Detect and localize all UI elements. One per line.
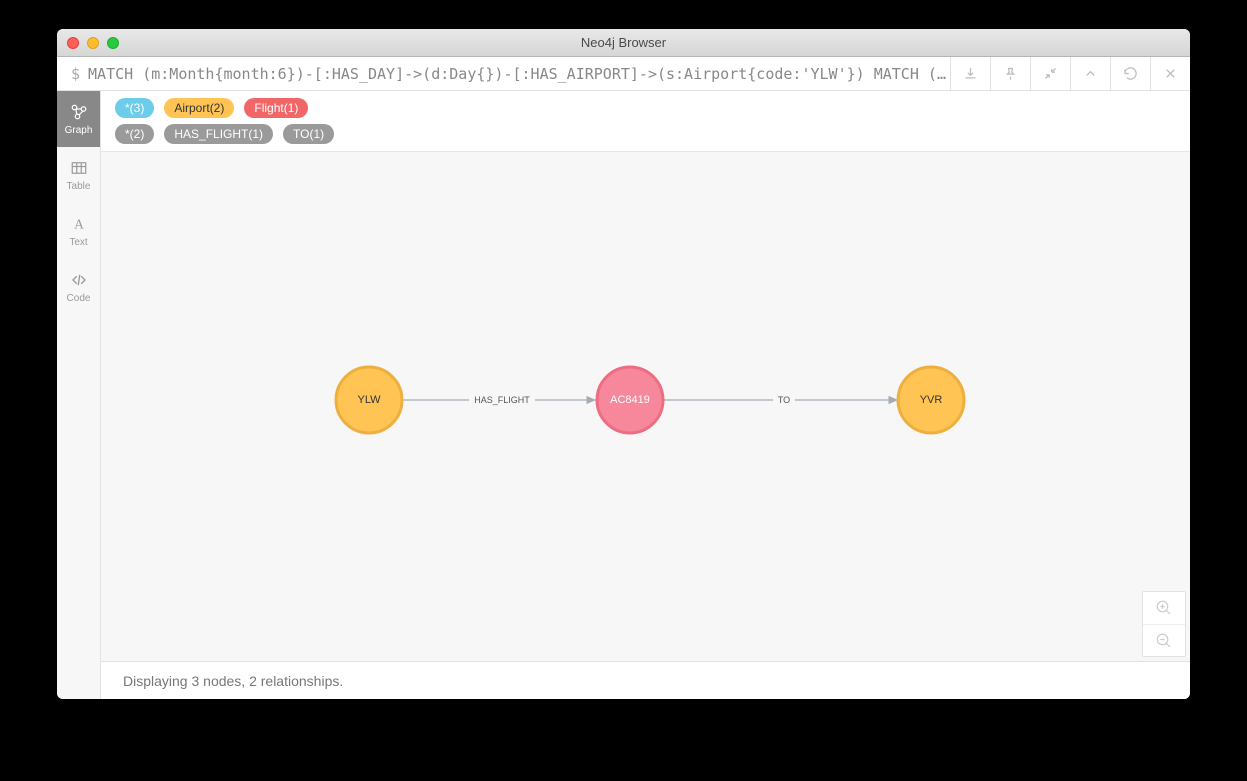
text-icon: A <box>70 215 88 233</box>
download-button[interactable] <box>950 57 990 90</box>
collapse-button[interactable] <box>1030 57 1070 90</box>
window-controls <box>57 37 119 49</box>
rerun-button[interactable] <box>1110 57 1150 90</box>
edge-to-label: TO <box>778 395 790 405</box>
collapse-icon <box>1043 66 1058 81</box>
tab-table-label: Table <box>67 181 91 192</box>
close-window-button[interactable] <box>67 37 79 49</box>
query-toolbar <box>950 57 1190 90</box>
pin-icon <box>1003 66 1018 81</box>
svg-text:A: A <box>74 216 84 231</box>
tab-text[interactable]: A Text <box>57 203 100 259</box>
close-button[interactable] <box>1150 57 1190 90</box>
graph-icon <box>70 103 88 121</box>
zoom-in-button[interactable] <box>1143 592 1185 624</box>
maximize-window-button[interactable] <box>107 37 119 49</box>
close-icon <box>1163 66 1178 81</box>
tab-table[interactable]: Table <box>57 147 100 203</box>
edge-has-flight-label: HAS_FLIGHT <box>474 395 530 405</box>
download-icon <box>963 66 978 81</box>
zoom-in-icon <box>1155 599 1173 617</box>
tab-code-label: Code <box>67 293 91 304</box>
pill-has-flight[interactable]: HAS_FLIGHT(1) <box>164 124 273 144</box>
pill-airport[interactable]: Airport(2) <box>164 98 234 118</box>
node-ylw-label: YLW <box>357 394 381 406</box>
status-text: Displaying 3 nodes, 2 relationships. <box>123 673 343 689</box>
node-labels-row: *(3) Airport(2) Flight(1) <box>101 91 1190 121</box>
query-prompt: $ <box>57 65 88 83</box>
pill-to[interactable]: TO(1) <box>283 124 334 144</box>
node-ac8419-label: AC8419 <box>610 394 650 406</box>
graph-canvas[interactable]: HAS_FLIGHT TO YLW AC8419 YVR <box>101 152 1190 661</box>
result-panel: *(3) Airport(2) Flight(1) *(2) HAS_FLIGH… <box>101 91 1190 699</box>
window-title: Neo4j Browser <box>57 35 1190 50</box>
node-yvr-label: YVR <box>920 394 943 406</box>
tab-graph-label: Graph <box>65 125 93 136</box>
chevron-up-icon <box>1083 66 1098 81</box>
titlebar: Neo4j Browser <box>57 29 1190 57</box>
zoom-out-button[interactable] <box>1143 624 1185 656</box>
relationship-types-row: *(2) HAS_FLIGHT(1) TO(1) <box>101 121 1190 152</box>
minimize-window-button[interactable] <box>87 37 99 49</box>
zoom-controls <box>1142 591 1186 657</box>
body: Graph Table A Text Code *(3) Airport <box>57 91 1190 699</box>
pin-button[interactable] <box>990 57 1030 90</box>
pill-all-nodes[interactable]: *(3) <box>115 98 154 118</box>
pill-all-rels[interactable]: *(2) <box>115 124 154 144</box>
refresh-icon <box>1123 66 1138 81</box>
query-bar: $ MATCH (m:Month{month:6})-[:HAS_DAY]->(… <box>57 57 1190 91</box>
query-text[interactable]: MATCH (m:Month{month:6})-[:HAS_DAY]->(d:… <box>88 65 950 83</box>
tab-code[interactable]: Code <box>57 259 100 315</box>
tab-graph[interactable]: Graph <box>57 91 100 147</box>
up-button[interactable] <box>1070 57 1110 90</box>
table-icon <box>70 159 88 177</box>
graph-svg: HAS_FLIGHT TO YLW AC8419 YVR <box>101 152 1190 661</box>
result-view-sidebar: Graph Table A Text Code <box>57 91 101 699</box>
pill-flight[interactable]: Flight(1) <box>244 98 308 118</box>
app-window: Neo4j Browser $ MATCH (m:Month{month:6})… <box>57 29 1190 699</box>
zoom-out-icon <box>1155 632 1173 650</box>
tab-text-label: Text <box>69 237 87 248</box>
status-footer: Displaying 3 nodes, 2 relationships. <box>101 661 1190 699</box>
code-icon <box>70 271 88 289</box>
